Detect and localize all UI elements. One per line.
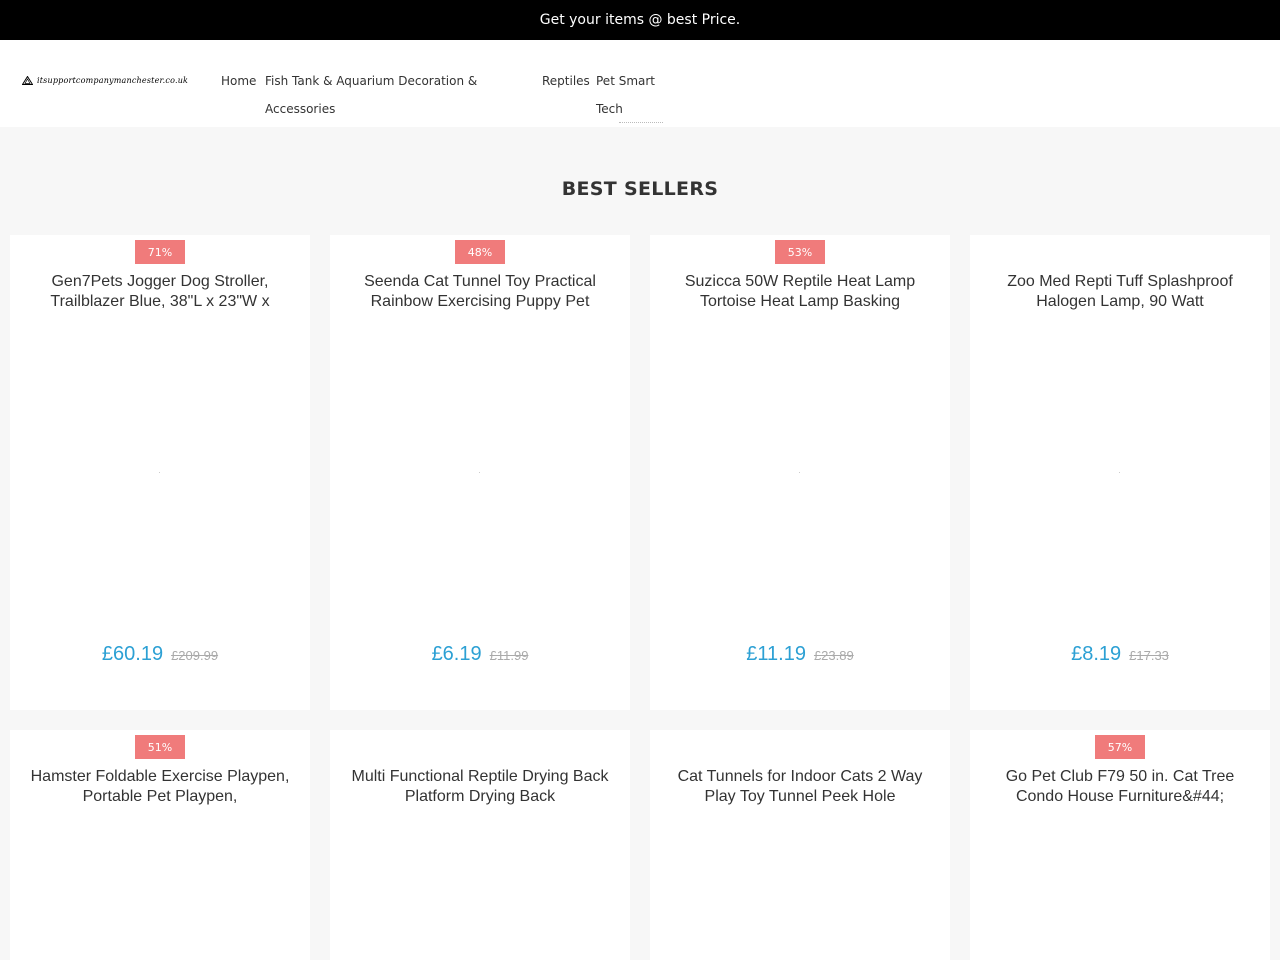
- product-card[interactable]: 48% Seenda Cat Tunnel Toy Practical Rain…: [330, 235, 630, 710]
- discount-badge: 48%: [455, 240, 505, 264]
- product-card[interactable]: Multi Functional Reptile Drying Back Pla…: [330, 730, 630, 960]
- logo-icon: [22, 76, 33, 85]
- product-title[interactable]: Zoo Med Repti Tuff Splashproof Halogen L…: [990, 272, 1250, 312]
- original-price: £11.99: [489, 648, 529, 663]
- nav-pet-smart-tech[interactable]: Pet Smart Tech: [596, 67, 666, 123]
- product-title[interactable]: Suzicca 50W Reptile Heat Lamp Tortoise H…: [670, 272, 930, 312]
- announcement-text: Get your items @ best Price.: [539, 12, 741, 28]
- announcement-bar: Get your items @ best Price.: [0, 0, 1280, 40]
- discount-badge: 51%: [135, 735, 185, 759]
- product-price: £11.19 £23.89: [650, 643, 950, 666]
- site-logo[interactable]: itsupportcompanymanchester.co.uk: [22, 76, 188, 85]
- product-price: £8.19 £17.33: [970, 643, 1270, 666]
- current-price: £6.19: [431, 643, 482, 665]
- nav-divider: [619, 122, 663, 126]
- product-title[interactable]: Hamster Foldable Exercise Playpen, Porta…: [30, 767, 290, 807]
- original-price: £23.89: [813, 648, 854, 663]
- product-price: £60.19 £209.99: [10, 643, 310, 666]
- product-title[interactable]: Cat Tunnels for Indoor Cats 2 Way Play T…: [670, 767, 930, 807]
- product-price: £6.19 £11.99: [330, 643, 630, 666]
- product-card[interactable]: Cat Tunnels for Indoor Cats 2 Way Play T…: [650, 730, 950, 960]
- logo-text: itsupportcompanymanchester.co.uk: [37, 76, 189, 85]
- nav-reptiles[interactable]: Reptiles: [542, 67, 590, 95]
- product-title[interactable]: Gen7Pets Jogger Dog Stroller, Trailblaze…: [30, 272, 290, 312]
- site-header: itsupportcompanymanchester.co.uk Home Fi…: [0, 40, 1280, 127]
- product-title[interactable]: Seenda Cat Tunnel Toy Practical Rainbow …: [350, 272, 610, 312]
- current-price: £11.19: [746, 643, 806, 665]
- current-price: £8.19: [1071, 643, 1122, 665]
- nav-home[interactable]: Home: [221, 67, 256, 95]
- discount-badge: 53%: [775, 240, 825, 264]
- product-image[interactable]: [479, 472, 480, 473]
- product-card[interactable]: 53% Suzicca 50W Reptile Heat Lamp Tortoi…: [650, 235, 950, 710]
- product-title[interactable]: Go Pet Club F79 50 in. Cat Tree Condo Ho…: [990, 767, 1250, 807]
- product-card[interactable]: 51% Hamster Foldable Exercise Playpen, P…: [10, 730, 310, 960]
- nav-fish-tank-aquarium[interactable]: Fish Tank & Aquarium Decoration & Access…: [265, 67, 505, 123]
- product-card[interactable]: Zoo Med Repti Tuff Splashproof Halogen L…: [970, 235, 1270, 710]
- product-card[interactable]: 57% Go Pet Club F79 50 in. Cat Tree Cond…: [970, 730, 1270, 960]
- original-price: £17.33: [1129, 648, 1169, 663]
- product-title[interactable]: Multi Functional Reptile Drying Back Pla…: [350, 767, 610, 807]
- section-title: BEST SELLERS: [561, 178, 719, 200]
- product-card[interactable]: 71% Gen7Pets Jogger Dog Stroller, Trailb…: [10, 235, 310, 710]
- discount-badge: 57%: [1095, 735, 1145, 759]
- product-image[interactable]: [799, 472, 800, 473]
- original-price: £209.99: [171, 648, 219, 663]
- product-image[interactable]: [159, 472, 160, 473]
- product-image[interactable]: [1119, 472, 1120, 473]
- discount-badge: 71%: [135, 240, 185, 264]
- current-price: £60.19: [101, 643, 164, 665]
